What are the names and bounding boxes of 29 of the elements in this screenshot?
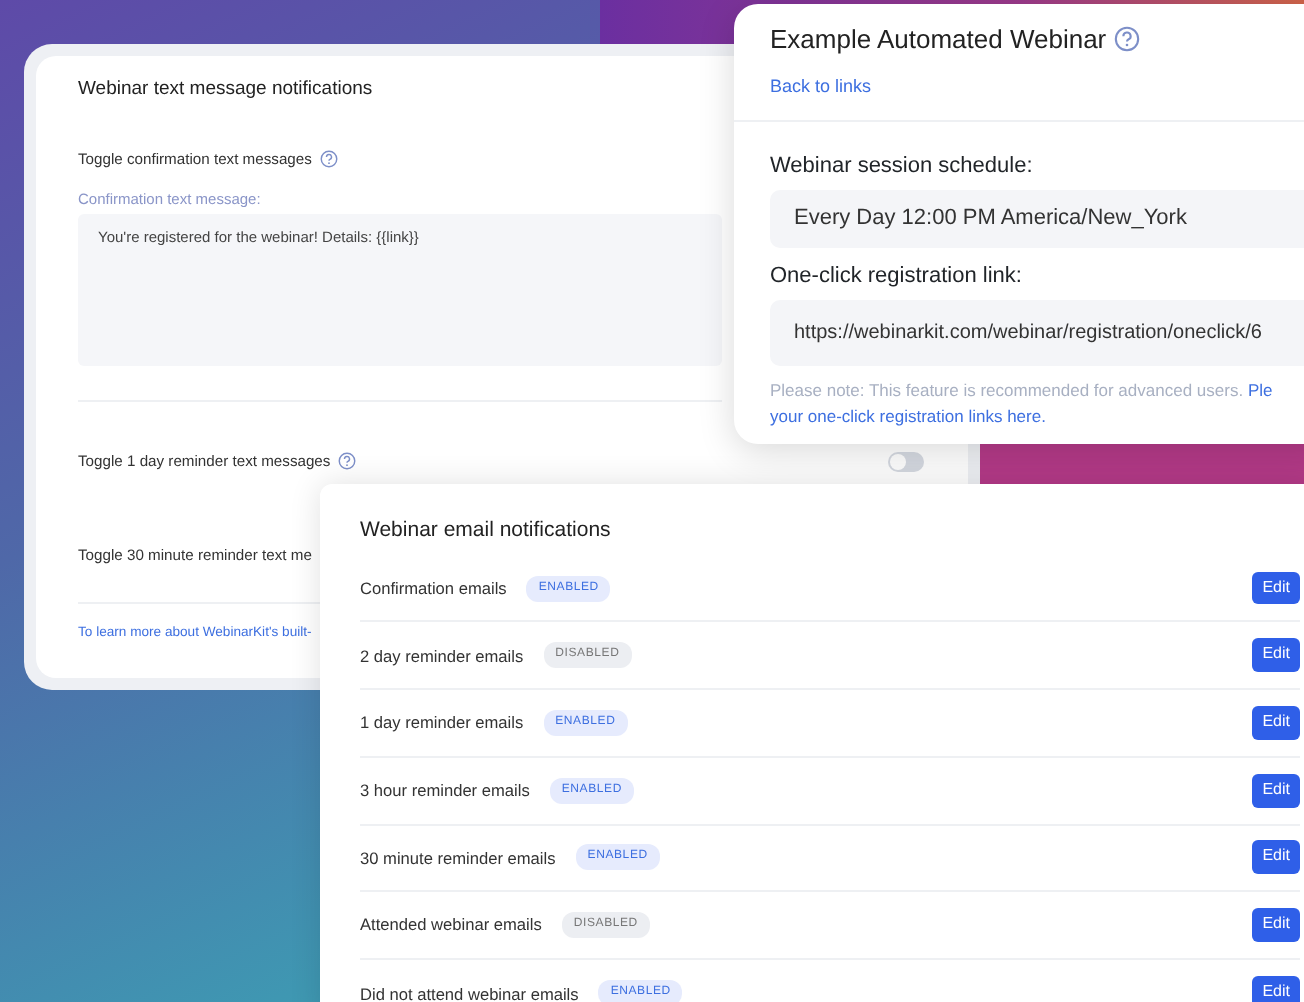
schedule-field[interactable]: Every Day 12:00 PM America/New_York xyxy=(770,190,1304,247)
edit-button[interactable]: Edit xyxy=(1252,840,1300,875)
notification-label: Did not attend webinar emails xyxy=(360,981,579,1002)
edit-button[interactable]: Edit xyxy=(1252,638,1300,673)
edit-button[interactable]: Edit xyxy=(1252,571,1300,605)
notification-label: Attended webinar emails xyxy=(360,912,542,938)
notification-label: 1 day reminder emails xyxy=(360,710,524,736)
registration-link-field[interactable]: https://webinarkit.com/webinar/registration/oneclick/6 xyxy=(770,300,1304,366)
note-text: Please note: This feature is recommended for advanced users. xyxy=(770,380,1244,400)
edit-button[interactable]: Edit xyxy=(1252,773,1300,808)
notification-label: 30 minute reminder emails xyxy=(360,845,556,871)
field-label: Webinar session schedule: xyxy=(770,151,1035,181)
help-icon[interactable] xyxy=(338,452,357,471)
notification-label: 2 day reminder emails xyxy=(360,643,524,668)
registration-links-link[interactable]: Ple xyxy=(1247,380,1273,400)
notification-label: 3 hour reminder emails xyxy=(360,777,530,803)
help-icon[interactable] xyxy=(319,150,338,169)
card-title: Webinar email notifications xyxy=(360,516,613,546)
notification-label: Confirmation emails xyxy=(360,575,507,601)
field-label: One-click registration link: xyxy=(770,261,1024,291)
registration-links-link[interactable]: your one-click registration links here. xyxy=(770,405,1046,426)
edit-button[interactable]: Edit xyxy=(1252,706,1300,740)
panel-title: Example Automated Webinar xyxy=(770,22,1107,58)
toggle-switch[interactable] xyxy=(888,451,924,472)
help-icon[interactable] xyxy=(1114,26,1141,53)
edit-button[interactable]: Edit xyxy=(1252,976,1300,1002)
card-title: Webinar text message notifications xyxy=(78,76,373,104)
back-link[interactable]: Back to links xyxy=(770,75,872,95)
edit-button[interactable]: Edit xyxy=(1252,908,1300,942)
